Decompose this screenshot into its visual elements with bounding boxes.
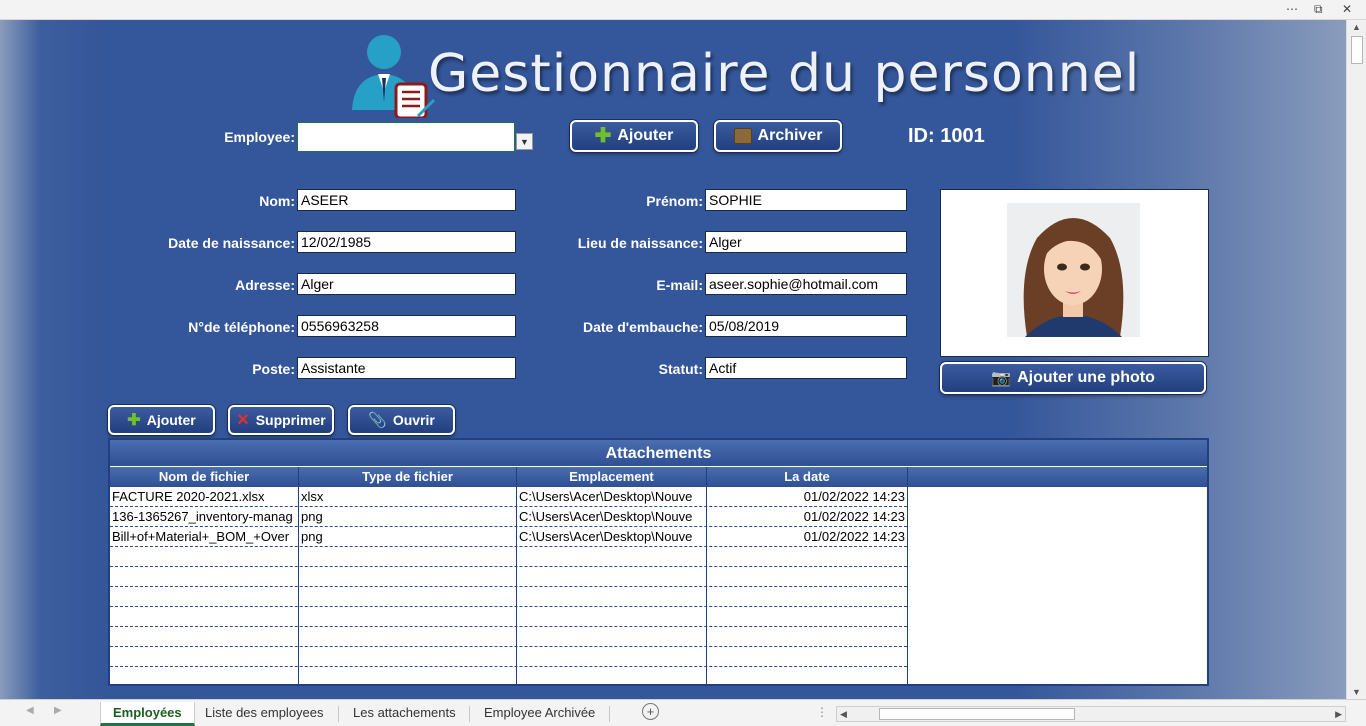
- horizontal-scrollbar[interactable]: ◀ ▶: [836, 706, 1346, 722]
- attach-open-button[interactable]: 📎 Ouvrir: [348, 405, 455, 435]
- poste-field[interactable]: Assistante: [297, 357, 516, 379]
- dropdown-arrow-icon[interactable]: ▼: [516, 133, 533, 150]
- column-divider: [298, 467, 299, 686]
- employee-photo-frame: [940, 189, 1209, 357]
- scroll-left-icon[interactable]: ◀: [840, 709, 847, 720]
- hscroll-thumb[interactable]: [879, 708, 1075, 720]
- date-naissance-field[interactable]: 12/02/1985: [297, 231, 516, 253]
- tab-separator: [338, 706, 339, 722]
- table-row[interactable]: [110, 567, 907, 587]
- column-divider: [706, 467, 707, 686]
- close-icon[interactable]: ✕: [1342, 2, 1352, 16]
- statut-label: Statut:: [658, 361, 703, 377]
- tab-separator: [609, 706, 610, 722]
- employee-id: ID: 1001: [908, 125, 985, 147]
- prenom-field[interactable]: SOPHIE: [705, 189, 907, 211]
- attachments-title: Attachements: [110, 440, 1207, 467]
- more-options-icon[interactable]: ⋯: [1286, 2, 1298, 16]
- column-divider: [516, 467, 517, 686]
- vertical-scrollbar[interactable]: ▲ ▼: [1346, 20, 1366, 699]
- page-title: Gestionnaire du personnel: [428, 44, 1141, 104]
- employee-logo-icon: [352, 35, 436, 118]
- add-photo-button[interactable]: 📷 Ajouter une photo: [940, 362, 1206, 394]
- employee-label: Employee:: [224, 129, 295, 145]
- window-topbar: ⋯ ⧉ ✕: [0, 0, 1366, 20]
- paperclip-add-icon: ✚: [127, 412, 141, 429]
- tab-separator: [469, 706, 470, 722]
- tab-archived-employee[interactable]: Employee Archivée: [472, 702, 607, 726]
- add-sheet-icon[interactable]: +: [642, 703, 659, 720]
- table-row[interactable]: 136-1365267_inventory-manag png C:\Users…: [110, 507, 907, 527]
- table-row[interactable]: [110, 587, 907, 607]
- nom-label: Nom:: [259, 193, 295, 209]
- telephone-label: N°de téléphone:: [188, 319, 295, 335]
- restore-window-icon[interactable]: ⧉: [1314, 2, 1323, 17]
- date-naissance-label: Date de naissance:: [168, 235, 295, 251]
- avatar: [1007, 203, 1140, 337]
- scroll-up-icon[interactable]: ▲: [1352, 22, 1361, 32]
- date-embauche-label: Date d'embauche:: [582, 319, 703, 335]
- email-label: E-mail:: [656, 277, 703, 293]
- table-row[interactable]: [110, 547, 907, 567]
- col-header-date: La date: [707, 467, 908, 487]
- tab-employee-list[interactable]: Liste des employees: [193, 702, 336, 726]
- tab-employees[interactable]: Employées: [100, 702, 195, 726]
- telephone-field[interactable]: 0556963258: [297, 315, 516, 337]
- col-header-filetype: Type de fichier: [299, 467, 517, 487]
- table-row[interactable]: FACTURE 2020-2021.xlsx xlsx C:\Users\Ace…: [110, 487, 907, 507]
- splitter-handle-icon[interactable]: ⋮: [816, 705, 828, 719]
- attach-add-button[interactable]: ✚ Ajouter: [108, 405, 215, 435]
- column-divider: [907, 467, 908, 686]
- camera-add-icon: 📷: [991, 370, 1012, 387]
- adresse-label: Adresse:: [235, 277, 295, 293]
- tab-attachments[interactable]: Les attachements: [341, 702, 468, 726]
- employee-combobox[interactable]: [297, 122, 515, 152]
- table-row[interactable]: Bill+of+Material+_BOM_+Over png C:\Users…: [110, 527, 907, 547]
- lieu-naissance-label: Lieu de naissance:: [577, 235, 703, 251]
- archive-button[interactable]: Archiver: [714, 120, 842, 152]
- col-header-empty: [908, 467, 1207, 487]
- nom-field[interactable]: ASEER: [297, 189, 516, 211]
- tab-next-icon[interactable]: ▶: [54, 705, 62, 716]
- prenom-label: Prénom:: [646, 193, 703, 209]
- scroll-right-icon[interactable]: ▶: [1335, 709, 1342, 720]
- date-embauche-field[interactable]: 05/08/2019: [705, 315, 907, 337]
- tab-prev-icon[interactable]: ◀: [26, 705, 34, 716]
- add-employee-button[interactable]: ✚ Ajouter: [570, 120, 698, 152]
- table-row[interactable]: [110, 607, 907, 627]
- statut-field[interactable]: Actif: [705, 357, 907, 379]
- sheet-tab-bar: ◀ ▶ Employées Liste des employees Les at…: [0, 699, 1366, 726]
- adresse-field[interactable]: Alger: [297, 273, 516, 295]
- paperclip-delete-icon: ✕: [236, 412, 250, 429]
- plus-icon: ✚: [594, 125, 612, 147]
- lieu-naissance-field[interactable]: Alger: [705, 231, 907, 253]
- col-header-filename: Nom de fichier: [110, 467, 299, 487]
- attachments-table: Attachements Nom de fichier Type de fich…: [108, 438, 1209, 686]
- archive-box-icon: [733, 128, 752, 144]
- poste-label: Poste:: [252, 361, 295, 377]
- scroll-thumb[interactable]: [1351, 36, 1363, 64]
- worksheet-canvas: Gestionnaire du personnel Employee: ▼ ✚ …: [0, 20, 1346, 699]
- col-header-location: Emplacement: [517, 467, 707, 487]
- table-row[interactable]: [110, 647, 907, 667]
- scroll-down-icon[interactable]: ▼: [1352, 687, 1361, 697]
- paperclip-icon: 📎: [368, 412, 387, 429]
- email-field[interactable]: aseer.sophie@hotmail.com: [705, 273, 907, 295]
- table-row[interactable]: [110, 627, 907, 647]
- attach-delete-button[interactable]: ✕ Supprimer: [228, 405, 334, 435]
